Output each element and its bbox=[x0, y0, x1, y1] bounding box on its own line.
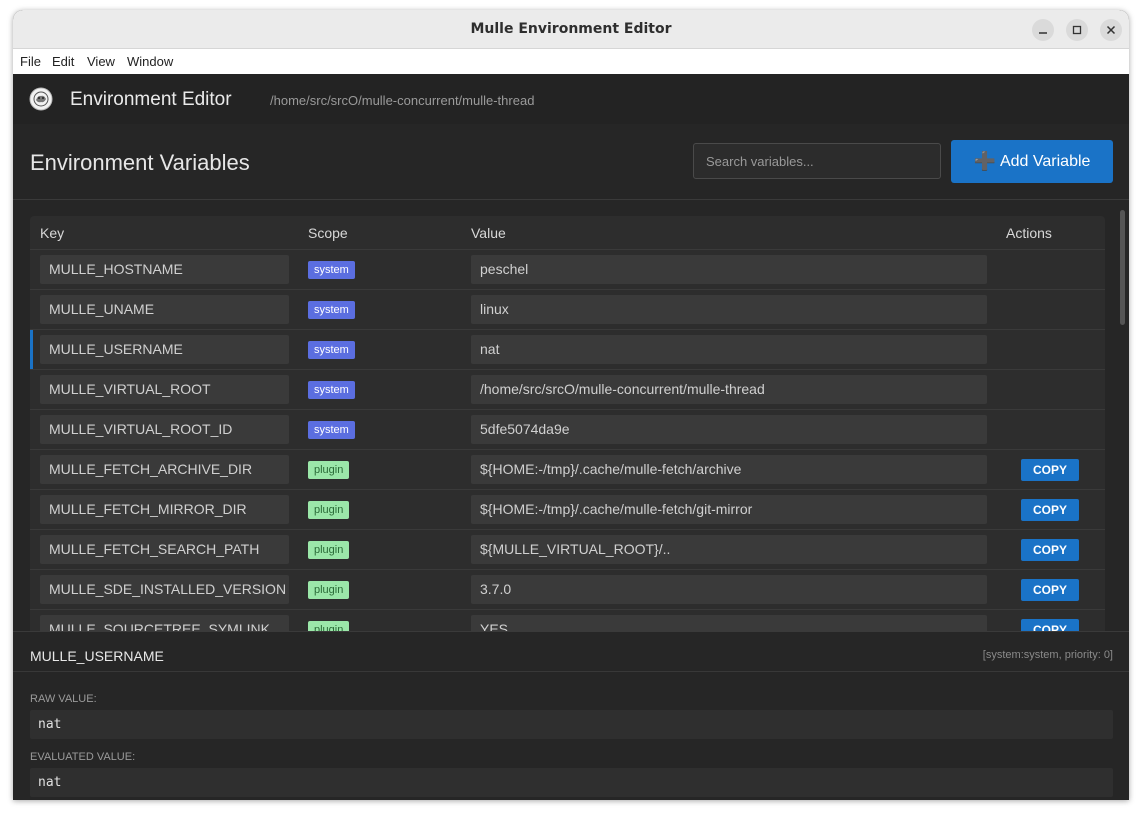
plus-icon: ➕ bbox=[973, 151, 996, 171]
window-title: Mulle Environment Editor bbox=[470, 21, 672, 37]
key-field[interactable]: MULLE_VIRTUAL_ROOT bbox=[40, 375, 289, 404]
variables-table-area: Key Scope Value Actions MULLE_HOSTNAMEsy… bbox=[13, 200, 1129, 631]
header-key: Key bbox=[40, 225, 65, 241]
details-divider bbox=[13, 671, 1129, 672]
scope-badge: system bbox=[308, 381, 355, 399]
table-row[interactable]: MULLE_FETCH_SEARCH_PATH plugin ${MULLE_VIR… bbox=[30, 530, 1105, 570]
header-scope: Scope bbox=[308, 225, 348, 241]
logo-icon bbox=[29, 87, 53, 111]
maximize-button[interactable] bbox=[1066, 19, 1088, 41]
maximize-icon bbox=[1072, 25, 1082, 35]
menu-view[interactable]: View bbox=[87, 54, 115, 69]
raw-value-field: nat bbox=[30, 710, 1113, 739]
value-field[interactable]: 3.7.0 bbox=[471, 575, 987, 604]
minimize-icon bbox=[1039, 32, 1047, 34]
scope-badge: plugin bbox=[308, 621, 350, 631]
selected-key: MULLE_USERNAME bbox=[30, 648, 164, 664]
table-row[interactable]: MULLE_UNAME system linux bbox=[30, 290, 1105, 330]
copy-button[interactable]: COPY bbox=[1021, 499, 1079, 521]
value-field[interactable]: linux bbox=[471, 295, 987, 324]
value-field[interactable]: 5dfe5074da9e bbox=[471, 415, 987, 444]
copy-button[interactable]: COPY bbox=[1021, 539, 1079, 561]
key-field[interactable]: MULLE_FETCH_SEARCH_PATH bbox=[40, 535, 289, 564]
scope-badge: plugin bbox=[308, 461, 350, 479]
section-header: Environment Variables ➕ Add Variable bbox=[13, 124, 1129, 200]
copy-button[interactable]: COPY bbox=[1021, 619, 1079, 631]
table-scrollbar[interactable] bbox=[1118, 200, 1126, 631]
value-field[interactable]: ${MULLE_VIRTUAL_ROOT}/.. bbox=[471, 535, 987, 564]
evaluated-value-label: EVALUATED VALUE: bbox=[30, 751, 136, 763]
table-row[interactable]: MULLE_SOURCETREE_SYMLINK plugin YES COPY bbox=[30, 610, 1105, 631]
minimize-button[interactable] bbox=[1032, 19, 1054, 41]
selected-meta: [system:system, priority: 0] bbox=[982, 649, 1113, 661]
key-field[interactable]: MULLE_USERNAME bbox=[40, 335, 289, 364]
scrollbar-thumb[interactable] bbox=[1120, 210, 1125, 325]
app-header: Environment Editor /home/src/srcO/mulle-… bbox=[13, 74, 1129, 125]
close-button[interactable] bbox=[1100, 19, 1122, 41]
menu-edit[interactable]: Edit bbox=[52, 54, 74, 69]
value-field[interactable]: ${HOME:-/tmp}/.cache/mulle-fetch/git-mir… bbox=[471, 495, 987, 524]
table-row[interactable]: MULLE_FETCH_MIRROR_DIR plugin ${HOME:-/tmp… bbox=[30, 490, 1105, 530]
menu-window[interactable]: Window bbox=[127, 54, 173, 69]
key-field[interactable]: MULLE_UNAME bbox=[40, 295, 289, 324]
raw-value-label: RAW VALUE: bbox=[30, 693, 97, 705]
value-field[interactable]: peschel bbox=[471, 255, 987, 284]
page-title: Environment Variables bbox=[30, 150, 250, 175]
scope-badge: system bbox=[308, 301, 355, 319]
table-row[interactable]: MULLE_VIRTUAL_ROOT_ID system 5dfe5074da9e bbox=[30, 410, 1105, 450]
table-row[interactable]: MULLE_USERNAME system nat bbox=[30, 330, 1105, 370]
key-field[interactable]: MULLE_SDE_INSTALLED_VERSION bbox=[40, 575, 289, 604]
key-field[interactable]: MULLE_FETCH_ARCHIVE_DIR bbox=[40, 455, 289, 484]
value-field[interactable]: /home/src/srcO/mulle-concurrent/mulle-th… bbox=[471, 375, 987, 404]
value-field[interactable]: ${HOME:-/tmp}/.cache/mulle-fetch/archive bbox=[471, 455, 987, 484]
scope-badge: system bbox=[308, 341, 355, 359]
menu-file[interactable]: File bbox=[20, 54, 41, 69]
key-field[interactable]: MULLE_HOSTNAME bbox=[40, 255, 289, 284]
key-field[interactable]: MULLE_SOURCETREE_SYMLINK bbox=[40, 615, 289, 631]
search-input[interactable] bbox=[693, 143, 941, 179]
scope-badge: plugin bbox=[308, 501, 350, 519]
project-path: /home/src/srcO/mulle-concurrent/mulle-th… bbox=[270, 93, 535, 108]
close-icon bbox=[1106, 25, 1116, 35]
scope-badge: plugin bbox=[308, 581, 350, 599]
key-field[interactable]: MULLE_FETCH_MIRROR_DIR bbox=[40, 495, 289, 524]
title-bar: Mulle Environment Editor bbox=[13, 10, 1129, 49]
copy-button[interactable]: COPY bbox=[1021, 459, 1079, 481]
table-body: MULLE_HOSTNAME system peschel MULLE_UNAME sy… bbox=[30, 250, 1105, 631]
scope-badge: system bbox=[308, 421, 355, 439]
scope-badge: plugin bbox=[308, 541, 350, 559]
evaluated-value-field: nat bbox=[30, 768, 1113, 797]
menu-bar: File Edit View Window bbox=[13, 49, 1129, 75]
table-row[interactable]: MULLE_VIRTUAL_ROOT system/home/src/srcO/m… bbox=[30, 370, 1105, 410]
key-field[interactable]: MULLE_VIRTUAL_ROOT_ID bbox=[40, 415, 289, 444]
table-row[interactable]: MULLE_SDE_INSTALLED_VERSION plugin 3.7.0 CO… bbox=[30, 570, 1105, 610]
variables-table: Key Scope Value Actions MULLE_HOSTNAMEsy… bbox=[30, 216, 1105, 631]
app-title: Environment Editor bbox=[70, 89, 232, 110]
header-value: Value bbox=[471, 225, 506, 241]
add-variable-label: Add Variable bbox=[999, 152, 1091, 170]
add-variable-button[interactable]: ➕ Add Variable bbox=[951, 140, 1113, 183]
app-window: Mulle Environment Editor File Edit View … bbox=[13, 10, 1129, 800]
scope-badge: system bbox=[308, 261, 355, 279]
table-header: Key Scope Value Actions bbox=[30, 216, 1105, 250]
copy-button[interactable]: COPY bbox=[1021, 579, 1079, 601]
header-actions: Actions bbox=[1006, 225, 1052, 241]
details-panel: MULLE_USERNAME [system:system, priority:… bbox=[13, 631, 1129, 800]
value-field[interactable]: nat bbox=[471, 335, 987, 364]
value-field[interactable]: YES bbox=[471, 615, 987, 631]
table-row[interactable]: MULLE_FETCH_ARCHIVE_DIR plugin ${HOME:-/tm… bbox=[30, 450, 1105, 490]
table-row[interactable]: MULLE_HOSTNAME system peschel bbox=[30, 250, 1105, 290]
